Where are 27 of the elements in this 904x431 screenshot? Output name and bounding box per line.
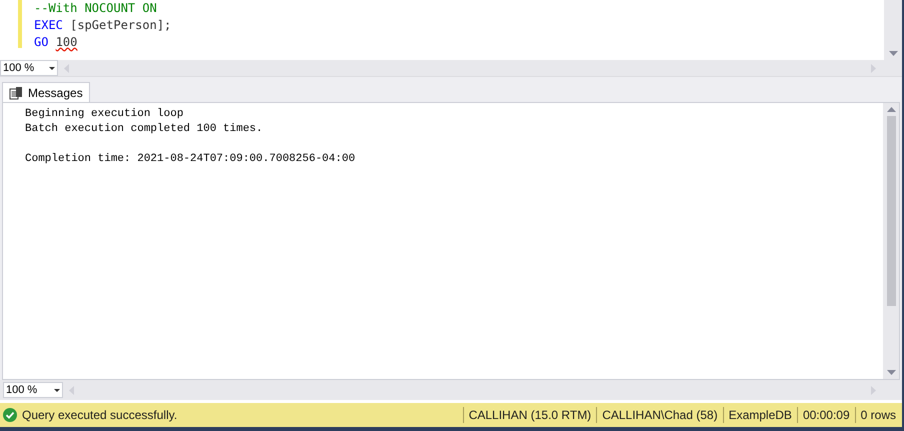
scroll-right-icon[interactable] [871,64,876,73]
check-icon [3,408,17,422]
scroll-up-icon[interactable] [886,107,896,112]
caret-icon [54,388,60,392]
scroll-down-icon[interactable] [888,50,898,56]
zoom-dropdown[interactable]: 100 % [0,60,58,76]
status-field: CALLIHAN\Chad (58) [602,406,718,424]
zoom-dropdown[interactable]: 100 % [3,382,63,398]
status-field: ExampleDB [728,406,792,424]
status-field: 0 rows [860,406,896,424]
message-line: Batch execution completed 100 times. [25,122,264,138]
code-line: GO 100 [34,34,78,51]
status-message: Query executed successfully. [22,407,178,424]
document-icon [9,86,23,100]
code-line: --With NOCOUNT ON [34,0,158,17]
status-field: CALLIHAN (15.0 RTM) [468,406,592,424]
scroll-left-icon[interactable] [64,64,69,73]
message-line: Beginning execution loop [25,107,184,122]
scroll-down-icon[interactable] [886,370,896,376]
scroll-left-icon[interactable] [69,386,74,395]
messages-tab[interactable]: Messages [2,82,90,102]
status-field: 00:00:09 [802,406,850,424]
scroll-right-icon[interactable] [871,386,876,395]
message-line: Completion time: 2021-08-24T07:09:00.7008256-04:00 [25,152,356,168]
caret-icon [49,66,55,70]
code-line: EXEC [spGetPerson]; [34,17,172,34]
vertical-scrollbar[interactable] [883,103,899,380]
